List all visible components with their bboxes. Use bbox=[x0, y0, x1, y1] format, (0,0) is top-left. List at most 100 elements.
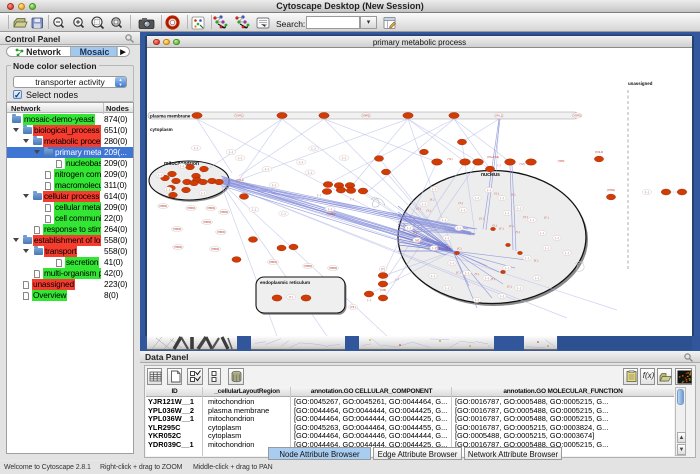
svg-text:(...): (...) bbox=[457, 226, 461, 230]
svg-text:(...): (...) bbox=[555, 236, 559, 240]
svg-text:(YDR1): (YDR1) bbox=[235, 114, 244, 118]
svg-text:(YD+YG2): (YD+YG2) bbox=[487, 155, 499, 159]
svg-text:(Y..): (Y..) bbox=[456, 271, 461, 275]
svg-text:(...): (...) bbox=[166, 188, 170, 192]
svg-text:(...): (...) bbox=[342, 156, 346, 160]
svg-text:(Y..): (Y..) bbox=[491, 277, 496, 281]
svg-text:(Y..): (Y..) bbox=[523, 215, 528, 219]
svg-text:(YGR2): (YGR2) bbox=[327, 212, 336, 216]
svg-text:(YBR0): (YBR0) bbox=[329, 266, 338, 270]
svg-text:(Yd5): (Yd5) bbox=[380, 288, 386, 292]
svg-text:(Y.): (Y.) bbox=[381, 267, 385, 271]
svg-text:(Y..): (Y..) bbox=[516, 230, 521, 234]
svg-text:(...): (...) bbox=[645, 190, 649, 194]
svg-text:(...): (...) bbox=[500, 294, 504, 298]
svg-text:(YBR0): (YBR0) bbox=[269, 260, 278, 264]
svg-text:(Y..): (Y..) bbox=[479, 216, 484, 220]
svg-text:(...): (...) bbox=[272, 183, 276, 187]
svg-text:(YDL1): (YDL1) bbox=[236, 178, 244, 182]
svg-text:(...): (...) bbox=[229, 150, 233, 154]
svg-text:(YBR0): (YBR0) bbox=[173, 227, 182, 231]
svg-text:endoplasmic reticulum: endoplasmic reticulum bbox=[260, 280, 310, 285]
svg-text:(YBR0): (YBR0) bbox=[211, 247, 220, 251]
svg-text:(...): (...) bbox=[282, 212, 286, 216]
svg-text:(Yd.): (Yd.) bbox=[350, 305, 356, 309]
svg-text:(YOL0): (YOL0) bbox=[595, 150, 603, 154]
svg-text:(Y..): (Y..) bbox=[511, 193, 516, 197]
svg-text:(YDR3): (YDR3) bbox=[573, 114, 582, 118]
svg-text:(...): (...) bbox=[312, 147, 316, 151]
svg-text:(...): (...) bbox=[252, 208, 256, 212]
svg-text:plasma membrane: plasma membrane bbox=[150, 114, 191, 119]
svg-text:(Y..): (Y..) bbox=[492, 223, 497, 227]
svg-text:(...): (...) bbox=[485, 276, 489, 280]
svg-text:(Y..): (Y..) bbox=[457, 246, 462, 250]
svg-text:(...): (...) bbox=[328, 207, 332, 211]
svg-text:(YBR0): (YBR0) bbox=[207, 206, 216, 210]
svg-text:(Y..): (Y..) bbox=[534, 258, 539, 262]
svg-text:(...): (...) bbox=[487, 188, 491, 192]
svg-text:(...): (...) bbox=[535, 276, 539, 280]
svg-text:(Y..): (Y..) bbox=[413, 231, 418, 235]
svg-text:(...): (...) bbox=[238, 156, 242, 160]
svg-text:cytoplasm: cytoplasm bbox=[150, 127, 173, 132]
svg-text:(...): (...) bbox=[517, 286, 521, 290]
svg-text:(YR5): (YR5) bbox=[558, 159, 565, 163]
svg-text:(...): (...) bbox=[350, 197, 354, 201]
svg-text:(...): (...) bbox=[475, 196, 479, 200]
svg-text:(...): (...) bbox=[525, 256, 529, 260]
svg-text:(Y..): (Y..) bbox=[416, 238, 421, 242]
svg-text:(...): (...) bbox=[194, 146, 198, 150]
svg-text:(YBR0): (YBR0) bbox=[174, 245, 183, 249]
svg-text:(YBR0): (YBR0) bbox=[187, 206, 196, 210]
svg-text:(YBR0): (YBR0) bbox=[203, 220, 212, 224]
svg-text:(...): (...) bbox=[431, 274, 435, 278]
svg-text:(...): (...) bbox=[308, 171, 312, 175]
svg-text:(YKL2): (YKL2) bbox=[495, 114, 503, 118]
svg-text:(YPR1): (YPR1) bbox=[607, 188, 616, 192]
svg-text:(Y..): (Y..) bbox=[436, 246, 441, 250]
svg-text:(...): (...) bbox=[505, 211, 509, 215]
svg-text:(Y..): (Y..) bbox=[416, 207, 421, 211]
svg-text:(Y..): (Y..) bbox=[289, 295, 294, 299]
svg-text:(...): (...) bbox=[500, 196, 504, 200]
svg-text:(Y1): (Y1) bbox=[448, 157, 453, 161]
svg-text:(YBR0): (YBR0) bbox=[217, 230, 226, 234]
svg-text:(Y..): (Y..) bbox=[459, 201, 464, 205]
svg-text:(...): (...) bbox=[450, 261, 454, 265]
svg-text:(YBR2): (YBR2) bbox=[362, 114, 371, 118]
svg-text:(...): (...) bbox=[299, 160, 303, 164]
svg-text:(...): (...) bbox=[540, 231, 544, 235]
svg-text:(...): (...) bbox=[445, 286, 449, 290]
svg-text:(...): (...) bbox=[201, 191, 205, 195]
svg-text:(Y..): (Y..) bbox=[427, 208, 432, 212]
svg-text:(Y..): (Y..) bbox=[475, 272, 480, 276]
svg-text:(...): (...) bbox=[180, 164, 184, 168]
svg-text:(...): (...) bbox=[545, 246, 549, 250]
svg-text:(Y..): (Y..) bbox=[499, 227, 504, 231]
svg-text:(...): (...) bbox=[530, 218, 534, 222]
svg-text:(YBR0): (YBR0) bbox=[304, 264, 313, 268]
svg-text:(Y..): (Y..) bbox=[446, 245, 451, 249]
svg-text:(Y..): (Y..) bbox=[494, 192, 499, 196]
svg-text:unassigned: unassigned bbox=[628, 81, 653, 86]
svg-text:(YBR0): (YBR0) bbox=[220, 210, 229, 214]
svg-text:(...): (...) bbox=[442, 218, 446, 222]
svg-text:(...): (...) bbox=[461, 208, 465, 212]
svg-text:(..): (..) bbox=[395, 277, 398, 281]
svg-text:(Y2): (Y2) bbox=[520, 162, 525, 166]
svg-text:(...): (...) bbox=[475, 298, 479, 302]
svg-text:(...): (...) bbox=[407, 226, 411, 230]
svg-text:(...): (...) bbox=[517, 206, 521, 210]
svg-text:(Y..): (Y..) bbox=[430, 197, 435, 201]
svg-text:(YBR0): (YBR0) bbox=[159, 204, 168, 208]
svg-text:nucleus: nucleus bbox=[481, 172, 500, 178]
svg-text:(Y..): (Y..) bbox=[509, 224, 514, 228]
svg-text:(...): (...) bbox=[505, 266, 509, 270]
svg-text:(..): (..) bbox=[497, 163, 500, 167]
svg-text:(...): (...) bbox=[317, 193, 321, 197]
svg-text:(...): (...) bbox=[565, 251, 569, 255]
svg-text:(...): (...) bbox=[445, 236, 449, 240]
svg-text:(...): (...) bbox=[422, 202, 426, 206]
svg-text:(...): (...) bbox=[432, 187, 436, 191]
